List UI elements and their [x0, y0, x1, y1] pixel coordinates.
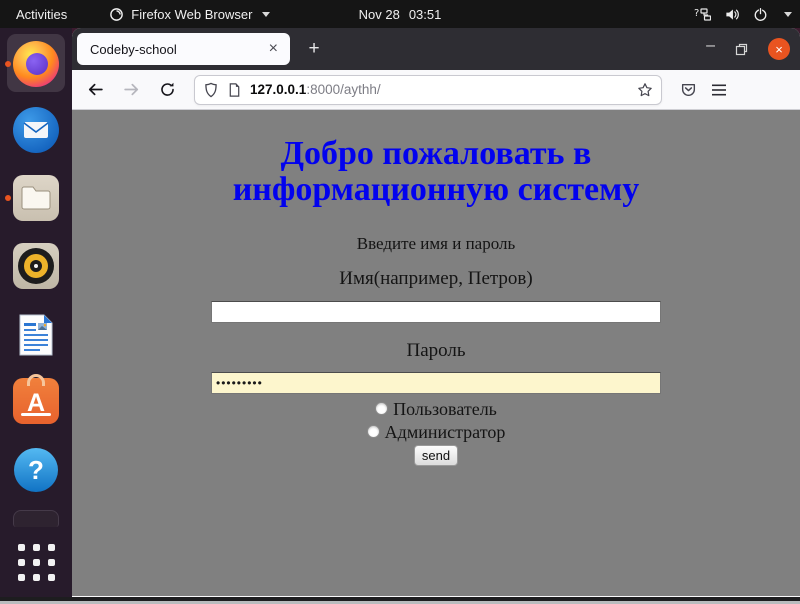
radio-user-label: Пользователь: [393, 400, 497, 418]
minimize-button[interactable]: –: [706, 38, 715, 54]
dock-item-help[interactable]: ?: [12, 446, 60, 494]
dock-item-libreoffice-writer[interactable]: [12, 311, 60, 359]
page-content: Добро пожаловать в информационную систем…: [72, 110, 800, 596]
network-icon: ?: [694, 7, 711, 22]
app-menu-label: Firefox Web Browser: [131, 7, 252, 22]
help-icon: ?: [14, 448, 58, 492]
radio-user[interactable]: [375, 402, 388, 415]
close-button[interactable]: ×: [768, 38, 790, 60]
password-input[interactable]: [211, 372, 661, 394]
files-icon: [13, 175, 59, 221]
radio-admin-label: Администратор: [385, 423, 506, 441]
url-bar[interactable]: 127.0.0.1:8000/aythh/: [194, 75, 662, 105]
reload-button[interactable]: [152, 75, 182, 105]
url-text[interactable]: 127.0.0.1:8000/aythh/: [250, 82, 629, 97]
name-label: Имя(например, Петров): [72, 268, 800, 290]
new-tab-button[interactable]: +: [300, 35, 328, 63]
volume-icon: [724, 7, 740, 22]
toolbar-extras: [680, 81, 727, 98]
thunderbird-icon: [13, 107, 59, 153]
dock-item-partial[interactable]: [13, 510, 59, 527]
dock-item-thunderbird[interactable]: [12, 106, 60, 154]
dock-item-ubuntu-software[interactable]: A: [12, 377, 60, 425]
power-icon: [753, 7, 768, 22]
tab-codeby-school[interactable]: Codeby-school ×: [77, 33, 290, 65]
dock-item-app-grid[interactable]: [12, 538, 60, 586]
app-menu[interactable]: Firefox Web Browser: [109, 0, 270, 28]
dock-item-files[interactable]: [12, 174, 60, 222]
tab-bar: Codeby-school × + – ×: [72, 28, 800, 70]
page-info-icon[interactable]: [227, 82, 242, 98]
role-option-admin[interactable]: Администратор: [72, 423, 800, 441]
firefox-icon: [13, 41, 59, 87]
menu-hamburger-icon[interactable]: [711, 83, 727, 97]
pocket-icon[interactable]: [680, 81, 697, 98]
role-option-user[interactable]: Пользователь: [72, 400, 800, 418]
name-input[interactable]: [211, 301, 661, 323]
dock: A ?: [0, 28, 72, 597]
url-path: :8000/aythh/: [306, 82, 380, 97]
app-grid-icon: [18, 544, 55, 581]
tray-chevron-down-icon: [784, 12, 792, 17]
url-host: 127.0.0.1: [250, 82, 306, 97]
clock-date: Nov 28: [359, 7, 400, 22]
radio-admin[interactable]: [367, 425, 380, 438]
navigation-toolbar: 127.0.0.1:8000/aythh/: [72, 70, 800, 110]
password-label: Пароль: [72, 340, 800, 362]
system-tray[interactable]: ?: [694, 0, 792, 28]
svg-text:?: ?: [694, 8, 699, 19]
window-controls: – ×: [706, 28, 790, 70]
restore-button[interactable]: [735, 43, 748, 56]
firefox-window: Codeby-school × + – ×: [72, 28, 800, 597]
activities-button[interactable]: Activities: [0, 0, 83, 28]
rhythmbox-icon: [13, 243, 59, 289]
clock[interactable]: Nov 28 03:51: [359, 7, 442, 22]
running-indicator: [5, 195, 11, 201]
ubuntu-software-icon: A: [13, 378, 59, 424]
back-button[interactable]: [80, 75, 110, 105]
send-button[interactable]: send: [414, 445, 458, 466]
bookmark-star-icon[interactable]: [637, 82, 653, 98]
gnome-top-bar: Activities Firefox Web Browser Nov 28 03…: [0, 0, 800, 28]
page-title: Добро пожаловать в информационную систем…: [156, 136, 716, 209]
libreoffice-writer-icon: [17, 313, 55, 357]
dock-item-rhythmbox[interactable]: [12, 242, 60, 290]
chevron-down-icon: [262, 12, 270, 17]
shield-icon[interactable]: [203, 82, 219, 98]
clock-time: 03:51: [409, 7, 442, 22]
running-indicator: [5, 61, 11, 67]
forward-button[interactable]: [116, 75, 146, 105]
intro-text: Введите имя и пароль: [72, 234, 800, 254]
dock-item-firefox[interactable]: [12, 40, 60, 88]
firefox-mini-icon: [109, 7, 124, 22]
tab-close-icon[interactable]: ×: [267, 40, 280, 58]
screen: Activities Firefox Web Browser Nov 28 03…: [0, 0, 800, 604]
tab-title: Codeby-school: [90, 42, 267, 57]
